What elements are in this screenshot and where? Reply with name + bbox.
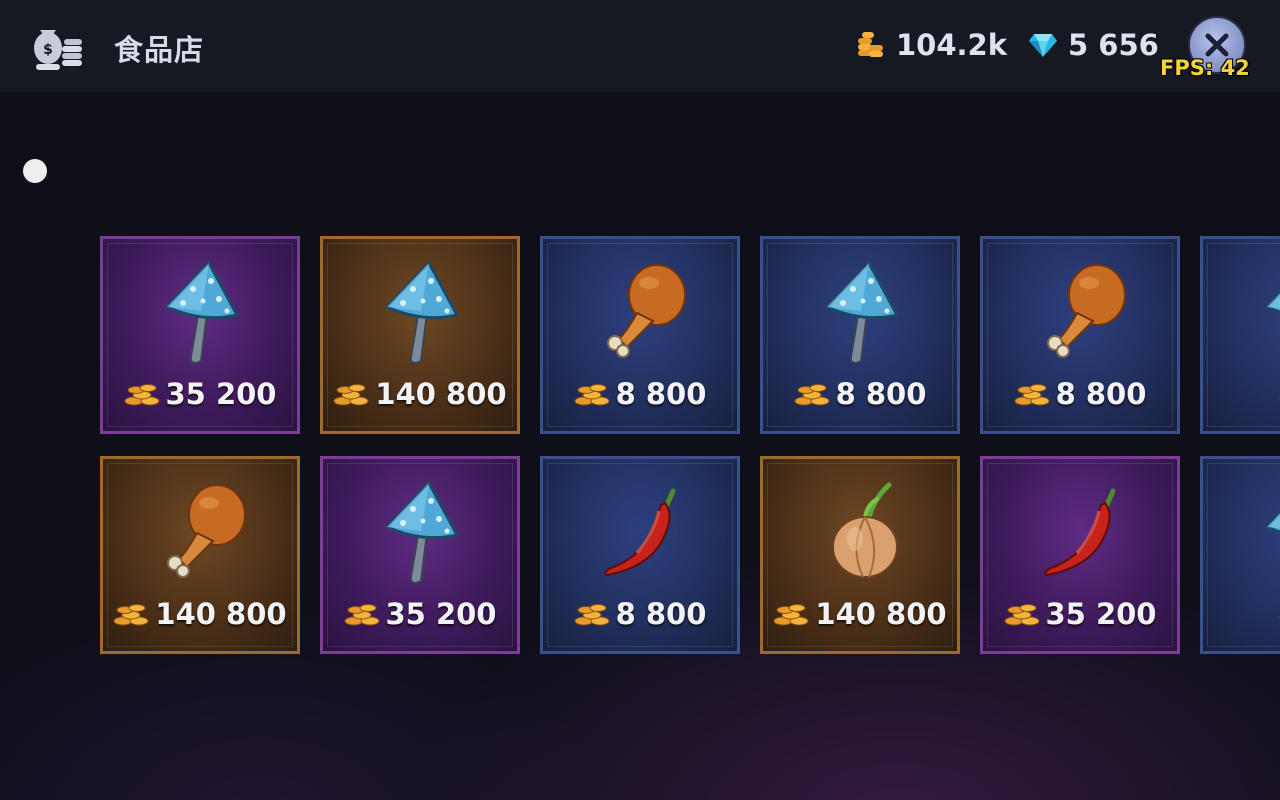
- item-price-value: 140 800: [155, 597, 287, 631]
- gold-coins-icon: [344, 601, 386, 627]
- drumstick-icon: [593, 257, 693, 367]
- shop-item-drumstick[interactable]: 140 800: [100, 456, 300, 654]
- mushroom-icon: [373, 257, 473, 367]
- item-price-value: 8 800: [1055, 377, 1147, 411]
- gold-coins-icon: [333, 381, 375, 407]
- gold-coins-icon: [1004, 601, 1046, 627]
- fps-counter: FPS: 42: [1160, 56, 1250, 80]
- gold-coins-icon: [574, 381, 616, 407]
- chili-pepper-icon: [1033, 477, 1133, 587]
- item-price: [1203, 597, 1280, 623]
- item-grid: 35 200 140 800 8 800 8 800 8 800 140 800 35 20…: [100, 236, 1280, 656]
- shop-item-drumstick[interactable]: 8 800: [980, 236, 1180, 434]
- item-price-value: 35 200: [165, 377, 277, 411]
- drumstick-icon: [1033, 257, 1133, 367]
- gem-value: 5 656: [1068, 28, 1159, 62]
- diamond-icon: [1029, 34, 1057, 57]
- mushroom-icon: [813, 257, 913, 367]
- item-price: [1203, 377, 1280, 403]
- shop-item-chili-pepper[interactable]: 8 800: [540, 456, 740, 654]
- item-price: 8 800: [763, 377, 957, 411]
- item-price-value: 35 200: [1045, 597, 1157, 631]
- shop-title: 食品店: [114, 33, 205, 67]
- gold-coins-icon: [113, 601, 155, 627]
- shop-item-mushroom[interactable]: 35 200: [320, 456, 520, 654]
- top-bar: $ 食品店 104.2k 5 656 FPS: 42: [0, 0, 1280, 92]
- mushroom-icon: [1253, 257, 1280, 367]
- gold-coins-icon: [794, 381, 836, 407]
- gold-coins-icon: [858, 32, 883, 57]
- coin-bag-icon: $: [28, 18, 88, 74]
- item-price: 8 800: [543, 597, 737, 631]
- shop-item-mushroom[interactable]: 140 800: [320, 236, 520, 434]
- shop-item-mushroom[interactable]: 8 800: [760, 236, 960, 434]
- item-price-value: 140 800: [375, 377, 507, 411]
- svg-text:$: $: [43, 42, 53, 58]
- item-price: 35 200: [323, 597, 517, 631]
- gem-balance: 5 656: [1028, 28, 1159, 62]
- item-price: 140 800: [763, 597, 957, 631]
- item-price-value: 8 800: [615, 377, 707, 411]
- item-price: 140 800: [323, 377, 517, 411]
- shop-item-mushroom[interactable]: 35 200: [100, 236, 300, 434]
- item-price: 35 200: [983, 597, 1177, 631]
- mushroom-icon: [373, 477, 473, 587]
- gold-coins-icon: [124, 381, 166, 407]
- chili-pepper-icon: [593, 477, 693, 587]
- mushroom-icon: [1253, 477, 1280, 587]
- item-price-value: 8 800: [835, 377, 927, 411]
- page-indicator-dot: [23, 159, 47, 183]
- item-price: 35 200: [103, 377, 297, 411]
- onion-icon: [813, 477, 913, 587]
- gold-value: 104.2k: [896, 28, 1008, 62]
- gold-coins-icon: [1014, 381, 1056, 407]
- shop-item-mushroom[interactable]: [1200, 456, 1280, 654]
- item-price-value: 35 200: [385, 597, 497, 631]
- gold-coins-icon: [574, 601, 616, 627]
- gold-balance: 104.2k: [856, 28, 1007, 62]
- item-price-value: 140 800: [815, 597, 947, 631]
- item-price: 140 800: [103, 597, 297, 631]
- shop-item-drumstick[interactable]: 8 800: [540, 236, 740, 434]
- item-price: 8 800: [983, 377, 1177, 411]
- shop-item-mushroom[interactable]: [1200, 236, 1280, 434]
- shop-item-chili-pepper[interactable]: 35 200: [980, 456, 1180, 654]
- mushroom-icon: [153, 257, 253, 367]
- drumstick-icon: [153, 477, 253, 587]
- shop-item-onion[interactable]: 140 800: [760, 456, 960, 654]
- item-price: 8 800: [543, 377, 737, 411]
- gold-coins-icon: [773, 601, 815, 627]
- item-price-value: 8 800: [615, 597, 707, 631]
